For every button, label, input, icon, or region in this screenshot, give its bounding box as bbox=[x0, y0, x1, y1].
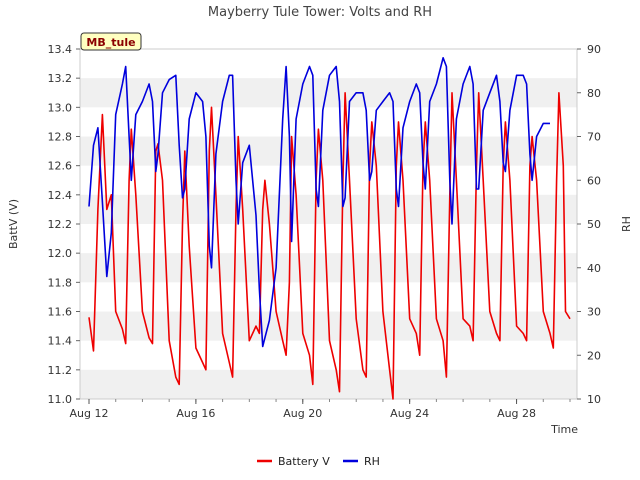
x-tick-label: Aug 24 bbox=[390, 407, 429, 420]
y-right-tick-label: 30 bbox=[587, 306, 601, 319]
y-left-tick-label: 13.2 bbox=[48, 72, 73, 85]
y-axis-right: 10 20 30 40 50 60 70 80 90 bbox=[577, 43, 601, 406]
y-right-tick-label: 80 bbox=[587, 87, 601, 100]
legend-label-rh: RH bbox=[364, 455, 380, 468]
y-right-tick-label: 20 bbox=[587, 349, 601, 362]
y-left-tick-label: 13.0 bbox=[48, 101, 73, 114]
y-left-tick-label: 12.8 bbox=[48, 131, 73, 144]
y-right-tick-label: 60 bbox=[587, 174, 601, 187]
y-right-tick-label: 90 bbox=[587, 43, 601, 56]
y-left-tick-label: 11.2 bbox=[48, 364, 73, 377]
chart-figure: Mayberry Tule Tower: Volts and RH MB_tul… bbox=[7, 5, 633, 468]
y-right-tick-label: 50 bbox=[587, 218, 601, 231]
station-label: MB_tule bbox=[80, 32, 142, 51]
x-tick-label: Aug 20 bbox=[283, 407, 322, 420]
legend-label-battery: Battery V bbox=[278, 455, 330, 468]
x-tick-label: Aug 16 bbox=[176, 407, 215, 420]
y-left-tick-label: 12.2 bbox=[48, 218, 73, 231]
y-left-tick-label: 11.0 bbox=[48, 393, 73, 406]
x-axis: Aug 12 Aug 16 Aug 20 Aug 24 Aug 28 bbox=[70, 399, 571, 420]
y-left-tick-label: 12.6 bbox=[48, 160, 73, 173]
y-left-tick-label: 11.8 bbox=[48, 276, 73, 289]
y-right-tick-label: 70 bbox=[587, 131, 601, 144]
y-left-tick-label: 13.4 bbox=[48, 43, 73, 56]
x-tick-label: Aug 12 bbox=[70, 407, 109, 420]
y-left-tick-label: 11.4 bbox=[48, 335, 73, 348]
chart-title: Mayberry Tule Tower: Volts and RH bbox=[208, 5, 432, 20]
y-left-tick-label: 11.6 bbox=[48, 306, 73, 319]
grid-band bbox=[80, 369, 577, 399]
y-axis-left: 11.0 11.2 11.4 11.6 11.8 12.0 12.2 12.4 12.6 12.8… bbox=[48, 43, 80, 406]
y-left-tick-label: 12.4 bbox=[48, 189, 73, 202]
series-lines bbox=[88, 56, 571, 400]
station-label-text: MB_tule bbox=[86, 36, 135, 49]
y-left-tick-label: 12.0 bbox=[48, 247, 73, 260]
x-tick-label: Aug 28 bbox=[497, 407, 536, 420]
y-axis-left-title: BattV (V) bbox=[7, 199, 20, 249]
y-right-tick-label: 40 bbox=[587, 262, 601, 275]
legend: Battery V RH bbox=[257, 455, 380, 468]
y-axis-right-title: RH bbox=[620, 216, 633, 232]
x-axis-title: Time bbox=[550, 423, 578, 436]
y-right-tick-label: 10 bbox=[587, 393, 601, 406]
